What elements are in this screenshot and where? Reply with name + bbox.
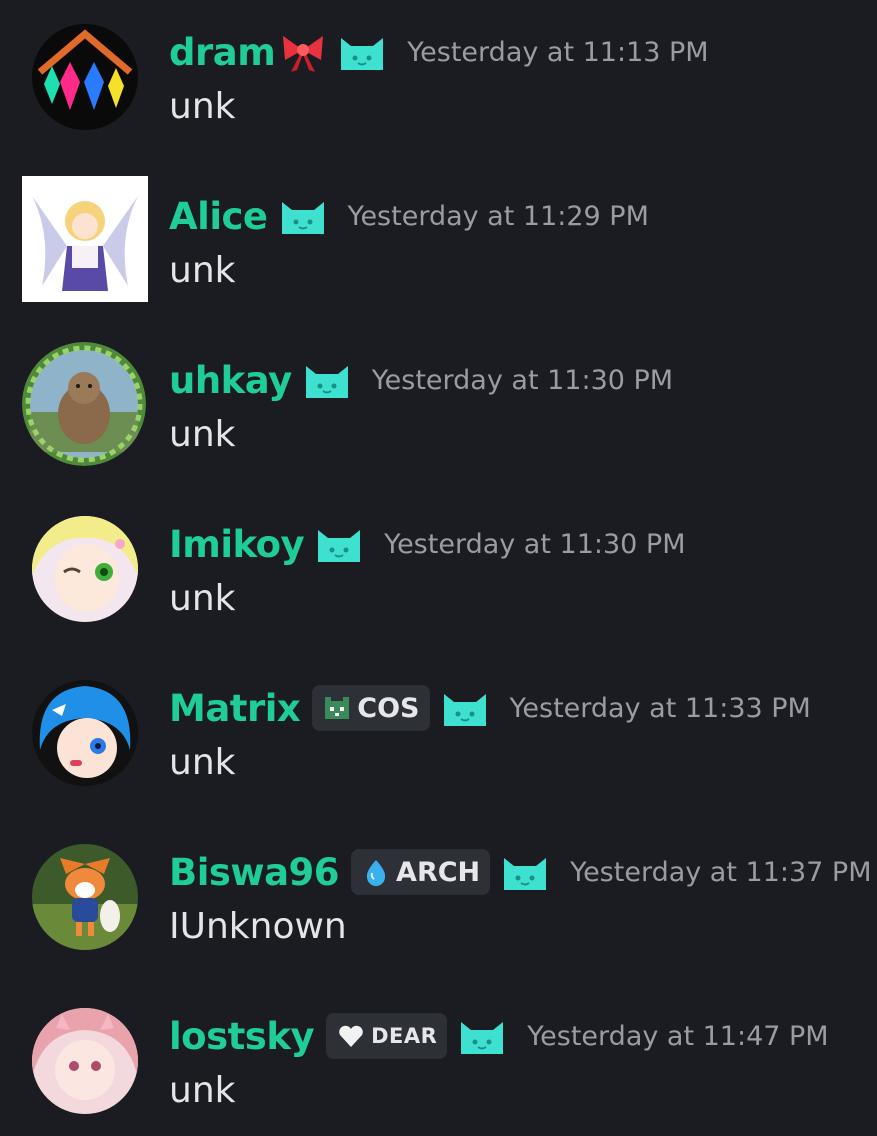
heart-icon [336, 1021, 366, 1051]
message: Biswa96 ARCH Yesterday at 11:37 PM IUnkn… [0, 844, 877, 1008]
user-avatar[interactable] [32, 516, 138, 622]
ribbon-icon [279, 30, 327, 74]
cat-face-icon [302, 358, 352, 402]
message: Alice Yesterday at 11:29 PM unk [0, 176, 877, 352]
message-content: unk [169, 742, 236, 783]
user-avatar[interactable] [22, 342, 146, 466]
message-header: Alice Yesterday at 11:29 PM [169, 188, 649, 244]
username[interactable]: Imikoy [169, 523, 305, 566]
droplet-icon [361, 857, 391, 887]
timestamp: Yesterday at 11:30 PM [371, 364, 674, 396]
message: Matrix COS Yesterday at 11:33 PM unk [0, 680, 877, 844]
cat-face-icon [337, 30, 387, 74]
username[interactable]: lostsky [169, 1015, 315, 1058]
message: uhkay Yesterday at 11:30 PM unk [0, 342, 877, 516]
tag-label: COS [357, 692, 420, 724]
tag-label: ARCH [396, 856, 481, 888]
username[interactable]: dram [169, 31, 276, 74]
user-avatar[interactable] [32, 24, 138, 130]
cat-face-icon [314, 522, 364, 566]
message: Imikoy Yesterday at 11:30 PM unk [0, 516, 877, 680]
server-tag[interactable]: ARCH [351, 849, 491, 895]
timestamp: Yesterday at 11:33 PM [509, 692, 811, 724]
timestamp: Yesterday at 11:13 PM [407, 36, 709, 68]
username[interactable]: Alice [169, 195, 268, 238]
message-header: dram Yesterday at 11:13 PM [169, 24, 709, 80]
message-content: unk [169, 1070, 236, 1111]
user-avatar[interactable] [32, 1008, 138, 1114]
cat-face-icon [457, 1014, 507, 1058]
message-content: unk [169, 578, 236, 619]
user-avatar[interactable] [32, 844, 138, 950]
username[interactable]: uhkay [169, 359, 292, 402]
user-avatar[interactable] [22, 176, 148, 302]
server-tag[interactable]: COS [312, 685, 430, 731]
cat-face-icon [500, 850, 550, 894]
timestamp: Yesterday at 11:29 PM [347, 200, 649, 232]
message-content: IUnknown [169, 906, 347, 947]
message-header: Imikoy Yesterday at 11:30 PM [169, 516, 686, 572]
cat-face-icon [278, 194, 328, 238]
username[interactable]: Biswa96 [169, 851, 340, 894]
message-content: unk [169, 414, 236, 455]
cat-face-icon [440, 686, 490, 730]
message: dram Yesterday at 11:13 PM unk [0, 24, 877, 188]
pixel-cat-icon [322, 693, 352, 723]
server-tag[interactable]: DEAR [326, 1013, 448, 1059]
message-header: Biswa96 ARCH Yesterday at 11:37 PM [169, 844, 872, 900]
user-avatar[interactable] [32, 680, 138, 786]
message-header: lostsky DEAR Yesterday at 11:47 PM [169, 1008, 829, 1064]
timestamp: Yesterday at 11:30 PM [384, 528, 686, 560]
message-content: unk [169, 86, 236, 127]
message-header: Matrix COS Yesterday at 11:33 PM [169, 680, 811, 736]
message-header: uhkay Yesterday at 11:30 PM [169, 352, 673, 408]
username[interactable]: Matrix [169, 687, 301, 730]
message: lostsky DEAR Yesterday at 11:47 PM unk [0, 1008, 877, 1136]
tag-label: DEAR [371, 1024, 438, 1048]
message-content: unk [169, 250, 236, 291]
timestamp: Yesterday at 11:47 PM [527, 1020, 829, 1052]
timestamp: Yesterday at 11:37 PM [570, 856, 872, 888]
